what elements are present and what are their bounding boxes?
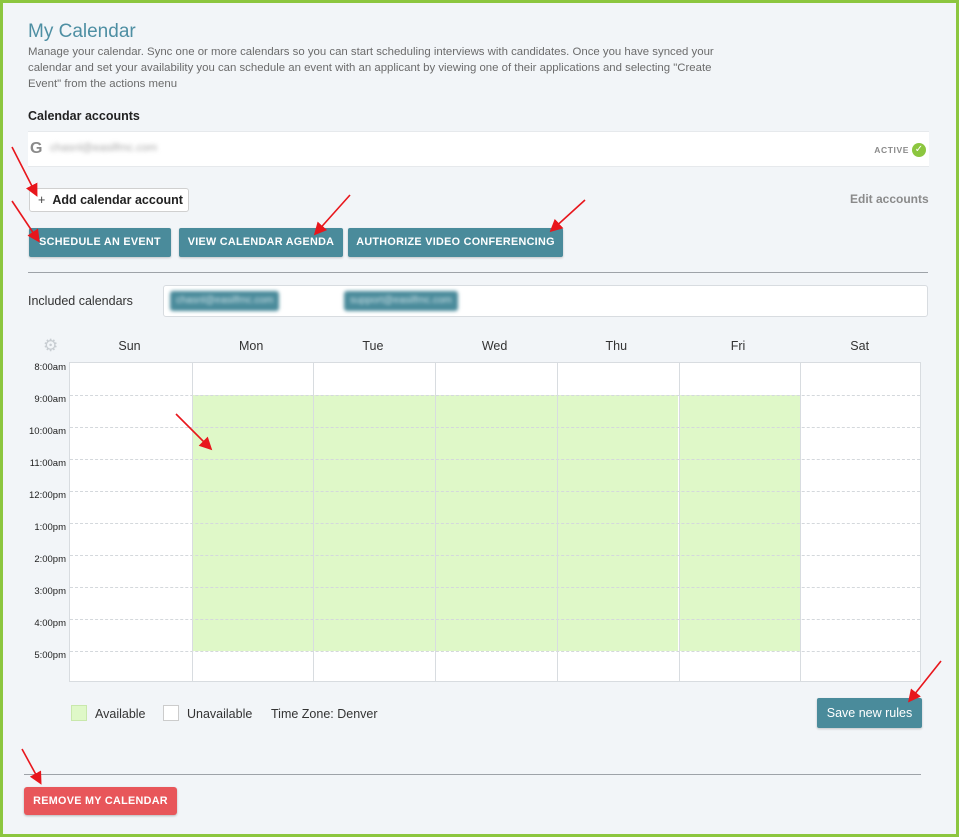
edit-accounts-link[interactable]: Edit accounts — [850, 192, 929, 206]
calendar-accounts-heading: Calendar accounts — [28, 109, 140, 123]
hour-line — [70, 523, 920, 524]
gear-icon[interactable]: ⚙ — [43, 336, 58, 356]
schedule-event-button[interactable]: SCHEDULE AN EVENT — [29, 228, 171, 257]
time-label: 9:00am — [34, 394, 66, 405]
day-header-fri: Fri — [730, 339, 746, 353]
add-calendar-account-label: Add calendar account — [52, 193, 183, 207]
remove-my-calendar-button[interactable]: REMOVE MY CALENDAR — [24, 787, 177, 815]
time-label: 3:00pm — [34, 586, 66, 597]
time-label: 5:00pm — [34, 650, 66, 661]
time-label: 11:00am — [29, 458, 66, 469]
add-calendar-account-button[interactable]: + Add calendar account — [29, 188, 189, 212]
time-label: 2:00pm — [34, 554, 66, 565]
calendar-chip[interactable]: support@easilfmc.com — [344, 291, 458, 311]
calendar-account-row[interactable]: G chasnl@easilfmc.com ACTIVE ✓ — [28, 131, 929, 167]
time-label: 10:00am — [29, 426, 66, 437]
available-swatch — [71, 705, 87, 721]
hour-line — [70, 491, 920, 492]
hour-line — [70, 651, 920, 652]
hour-line — [70, 619, 920, 620]
day-column-line — [435, 363, 437, 681]
included-calendars-field[interactable]: chasnl@easilfmc.com support@easilfmc.com — [163, 285, 928, 317]
day-header-wed: Wed — [481, 339, 508, 353]
available-legend-label: Available — [95, 707, 146, 721]
hour-line — [70, 587, 920, 588]
unavailable-swatch — [163, 705, 179, 721]
included-calendars-label: Included calendars — [28, 294, 133, 308]
day-header-mon: Mon — [239, 339, 264, 353]
day-header-sat: Sat — [850, 339, 870, 353]
day-column-line — [800, 363, 802, 681]
availability-grid[interactable] — [69, 362, 921, 682]
unavailable-legend-label: Unavailable — [187, 707, 253, 721]
check-circle-icon: ✓ — [912, 143, 926, 157]
day-column-line — [556, 363, 558, 681]
page-description: Manage your calendar. Sync one or more c… — [28, 46, 714, 90]
time-label: 12:00pm — [29, 490, 66, 501]
status-badge: ACTIVE — [874, 145, 909, 155]
day-header-tue: Tue — [362, 339, 384, 353]
hour-line — [70, 395, 920, 396]
view-calendar-agenda-button[interactable]: VIEW CALENDAR AGENDA — [179, 228, 343, 257]
timezone-label: Time Zone: Denver — [271, 707, 378, 721]
time-label: 1:00pm — [34, 522, 66, 533]
account-email: chasnl@easilfmc.com — [50, 142, 158, 154]
hour-line — [70, 459, 920, 460]
day-column-line — [678, 363, 680, 681]
plus-icon: + — [38, 193, 46, 207]
bottom-divider — [24, 774, 921, 775]
day-header-thu: Thu — [605, 339, 628, 353]
page-title: My Calendar — [28, 21, 136, 42]
section-divider — [28, 272, 928, 273]
hour-line — [70, 427, 920, 428]
google-icon: G — [30, 140, 43, 157]
hour-line — [70, 555, 920, 556]
authorize-video-conferencing-button[interactable]: AUTHORIZE VIDEO CONFERENCING — [348, 228, 563, 257]
save-new-rules-button[interactable]: Save new rules — [817, 698, 922, 728]
day-column-line — [313, 363, 315, 681]
time-label: 4:00pm — [34, 618, 66, 629]
day-header-sun: Sun — [118, 339, 141, 353]
day-column-line — [191, 363, 193, 681]
calendar-chip[interactable]: chasnl@easilfmc.com — [170, 291, 280, 311]
time-label: 8:00am — [34, 362, 66, 373]
